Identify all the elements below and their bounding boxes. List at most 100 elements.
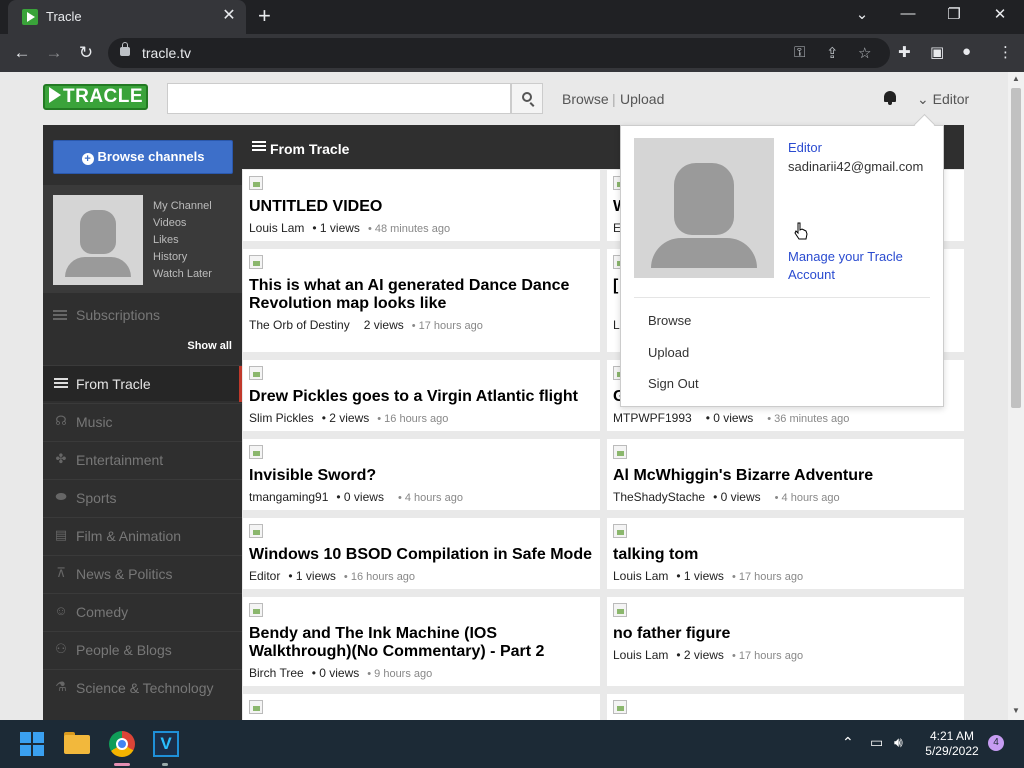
thumbnail-image[interactable] [249, 524, 263, 538]
sidebar-item-news-politics[interactable]: ⊼ News & Politics [43, 555, 242, 591]
user-menu-toggle[interactable]: ⌄ Editor [917, 91, 969, 108]
video-card[interactable]: Invisible Sword? tmangaming91 • 0 views • … [243, 439, 600, 510]
video-author[interactable]: Slim Pickles [249, 411, 314, 425]
tab-close-icon[interactable]: ✕ [220, 7, 238, 25]
video-title[interactable]: Drew Pickles goes to a Virgin Atlantic f… [249, 388, 594, 406]
video-author[interactable]: Louis Lam [613, 648, 668, 662]
sidebar-item-science-technology[interactable]: ⚗ Science & Technology [43, 669, 242, 705]
video-title[interactable]: UNTITLED VIDEO [249, 198, 594, 216]
tab-search-icon[interactable]: ⌄ [852, 5, 872, 23]
network-icon[interactable]: ▭ [870, 734, 883, 751]
video-title[interactable]: talking tom [613, 546, 958, 564]
chrome-icon[interactable] [106, 728, 138, 760]
extensions-puzzle-icon[interactable]: ✚ [898, 43, 911, 61]
watch-later-link[interactable]: Watch Later [153, 266, 212, 283]
video-author[interactable]: tmangaming91 [249, 490, 328, 504]
video-author[interactable]: MTPWPF1993 [613, 411, 692, 425]
nav-browse-link[interactable]: Browse [562, 91, 609, 107]
back-arrow-icon[interactable]: ← [10, 41, 34, 65]
dropdown-browse-item[interactable]: Browse [648, 313, 691, 328]
vbox-app-icon[interactable]: V [150, 728, 182, 760]
system-clock[interactable]: 4:21 AM 5/29/2022 [920, 729, 984, 759]
videos-link[interactable]: Videos [153, 215, 212, 232]
reload-icon[interactable]: ↻ [74, 41, 98, 65]
bell-icon[interactable] [884, 91, 896, 105]
video-author[interactable]: Editor [249, 569, 280, 583]
video-title[interactable]: Bendy and The Ink Machine (IOS Walkthrou… [249, 625, 594, 661]
browser-tab[interactable]: Tracle ✕ [8, 0, 246, 34]
windows-start-icon[interactable] [16, 728, 48, 760]
avatar[interactable] [53, 195, 143, 285]
dropdown-sign-out-item[interactable]: Sign Out [648, 376, 699, 391]
url-text[interactable]: tracle.tv [142, 45, 191, 61]
nav-upload-link[interactable]: Upload [620, 91, 664, 107]
profile-name-link[interactable]: Editor [788, 140, 822, 155]
video-card[interactable] [243, 694, 600, 720]
forward-arrow-icon[interactable]: → [42, 41, 66, 65]
sidebar-item-music[interactable]: ☊ Music [43, 403, 242, 439]
video-title[interactable]: no father figure [613, 625, 958, 643]
sidebar-item-people-blogs[interactable]: ⚇ People & Blogs [43, 631, 242, 667]
maximize-button[interactable]: ❐ [944, 5, 964, 23]
sidebar-item-from-tracle[interactable]: From Tracle [43, 365, 242, 402]
bookmark-star-icon[interactable]: ☆ [858, 44, 871, 62]
video-card[interactable]: Windows 10 BSOD Compilation in Safe Mode… [243, 518, 600, 589]
sidebar-item-sports[interactable]: ⬬ Sports [43, 479, 242, 515]
subscriptions-header[interactable]: Subscriptions [43, 297, 242, 333]
search-button[interactable] [511, 83, 543, 114]
thumbnail-image[interactable] [249, 366, 263, 380]
new-tab-button[interactable]: + [258, 4, 271, 28]
scroll-up-arrow-icon[interactable]: ▲ [1008, 74, 1024, 83]
notification-badge[interactable]: 4 [988, 735, 1004, 751]
thumbnail-image[interactable] [249, 255, 263, 269]
volume-icon[interactable]: 🔊︎ [894, 734, 903, 751]
dropdown-upload-item[interactable]: Upload [648, 345, 689, 360]
page-scrollbar[interactable]: ▲ ▼ [1008, 72, 1024, 720]
thumbnail-image[interactable] [613, 700, 627, 714]
video-author[interactable]: Louis Lam [249, 221, 304, 235]
lock-icon[interactable] [120, 42, 130, 56]
thumbnail-image[interactable] [613, 445, 627, 459]
video-author[interactable]: Birch Tree [249, 666, 304, 680]
video-card[interactable]: UNTITLED VIDEO Louis Lam • 1 views • 48 mi… [243, 170, 600, 241]
menu-kebab-icon[interactable]: ⋮ [998, 43, 1013, 61]
key-icon[interactable]: ⚿ [794, 44, 805, 61]
thumbnail-image[interactable] [249, 603, 263, 617]
search-input[interactable] [167, 83, 511, 114]
video-card[interactable]: Bendy and The Ink Machine (IOS Walkthrou… [243, 597, 600, 686]
video-title[interactable]: Invisible Sword? [249, 467, 594, 485]
thumbnail-image[interactable] [249, 445, 263, 459]
sidebar-item-entertainment[interactable]: ✤ Entertainment [43, 441, 242, 477]
scroll-down-arrow-icon[interactable]: ▼ [1008, 706, 1024, 715]
browse-channels-button[interactable]: + Browse channels [53, 140, 233, 174]
manage-account-link[interactable]: Manage your Tracle Account [788, 248, 938, 284]
show-all-link[interactable]: Show all [187, 340, 232, 352]
thumbnail-image[interactable] [613, 603, 627, 617]
video-title[interactable]: This is what an AI generated Dance Dance… [249, 277, 594, 313]
address-bar[interactable]: tracle.tv ⚿ ⇪ ☆ [108, 38, 890, 68]
file-explorer-icon[interactable] [62, 728, 94, 760]
window-close-button[interactable]: ✕ [990, 5, 1010, 23]
video-author[interactable]: The Orb of Destiny [249, 318, 350, 332]
minimize-button[interactable]: — [898, 5, 918, 22]
likes-link[interactable]: Likes [153, 232, 212, 249]
video-card[interactable] [607, 694, 964, 720]
avatar[interactable] [634, 138, 774, 278]
video-author[interactable]: L [613, 318, 620, 332]
side-panel-icon[interactable]: ▣ [930, 43, 944, 61]
my-channel-link[interactable]: My Channel [153, 198, 212, 215]
sidebar-item-film-animation[interactable]: ▤ Film & Animation [43, 517, 242, 553]
tracle-logo[interactable]: TRACLE [43, 84, 148, 110]
scrollbar-thumb[interactable] [1011, 88, 1021, 408]
thumbnail-image[interactable] [249, 700, 263, 714]
sidebar-item-comedy[interactable]: ☺ Comedy [43, 593, 242, 629]
video-author[interactable]: TheShadyStache [613, 490, 705, 504]
history-link[interactable]: History [153, 249, 212, 266]
video-author[interactable]: Louis Lam [613, 569, 668, 583]
thumbnail-image[interactable] [613, 524, 627, 538]
video-card[interactable]: This is what an AI generated Dance Dance… [243, 249, 600, 352]
video-title[interactable]: Al McWhiggin's Bizarre Adventure [613, 467, 958, 485]
chevron-up-icon[interactable]: ⌃ [842, 734, 854, 751]
video-title[interactable]: Windows 10 BSOD Compilation in Safe Mode [249, 546, 594, 564]
thumbnail-image[interactable] [249, 176, 263, 190]
